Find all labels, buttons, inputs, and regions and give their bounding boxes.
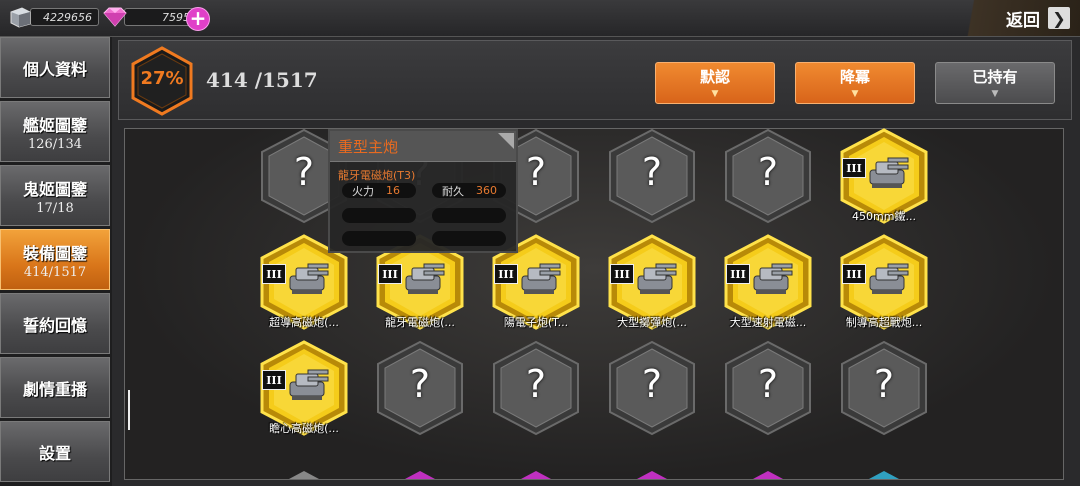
next-row-slot-edge xyxy=(521,464,551,479)
sort-default-button[interactable]: 默認 ▼ xyxy=(655,62,775,104)
equipment-name: 450mm鐵... xyxy=(852,210,916,223)
tier-badge: III xyxy=(842,158,866,178)
unknown-question-icon: ? xyxy=(641,150,663,194)
sidebar-item-label: 設置 xyxy=(38,443,71,463)
tier-badge: III xyxy=(378,264,402,284)
unknown-question-icon: ? xyxy=(757,362,779,406)
equipment-slot-owned[interactable]: III 制導高超戰炮... xyxy=(836,234,932,330)
equipment-name: 瞻心高磁炮(... xyxy=(269,422,339,435)
equipment-name: 大型擲彈炮(... xyxy=(617,316,687,329)
sidebar-item[interactable]: 誓約回憶 xyxy=(0,293,110,354)
equipment-name: 龍牙電磁炮(... xyxy=(385,316,455,329)
sort-order-label: 降冪 xyxy=(839,68,870,86)
equipment-name: 制導高超戰炮... xyxy=(845,316,923,329)
tier-badge: III xyxy=(262,264,286,284)
equipment-slot-owned[interactable]: III 瞻心高磁炮(... xyxy=(256,340,352,436)
unknown-question-icon: ? xyxy=(873,362,895,406)
steel-amount: 4229656 xyxy=(43,10,92,24)
sidebar-item[interactable]: 劇情重播 xyxy=(0,357,110,418)
sidebar-item-label: 鬼姬圖鑒 xyxy=(22,179,87,199)
filter-owned-label: 已持有 xyxy=(972,68,1018,86)
sort-order-button[interactable]: 降冪 ▼ xyxy=(795,62,915,104)
add-gems-button[interactable]: + xyxy=(186,7,210,31)
sidebar-item[interactable]: 裝備圖鑒 414/1517 xyxy=(0,229,110,290)
sidebar-item-count: 414/1517 xyxy=(23,264,87,280)
sort-default-label: 默認 xyxy=(699,68,730,86)
unknown-question-icon: ? xyxy=(525,362,547,406)
equipment-slot-unknown[interactable]: ? xyxy=(720,128,816,224)
equipment-tooltip: 重型主炮 龍牙電磁炮(T3) 火力 16 耐久 360 xyxy=(328,129,518,253)
tier-badge: III xyxy=(494,264,518,284)
next-row-slot-edge xyxy=(637,464,667,479)
stat-firepower: 火力 16 xyxy=(342,183,416,198)
equipment-slot-owned[interactable]: III 大型速射電磁... xyxy=(720,234,816,330)
next-row-slot-edge xyxy=(289,464,319,479)
stat-empty xyxy=(342,208,416,223)
sidebar-item-count: 126/134 xyxy=(27,136,82,152)
sidebar-item-label: 劇情重播 xyxy=(22,379,87,399)
sidebar-item-label: 個人資料 xyxy=(22,59,87,79)
equipment-slot-owned[interactable]: III 450mm鐵... xyxy=(836,128,932,224)
chevron-down-icon: ▼ xyxy=(851,89,859,99)
completion-percent: 27% xyxy=(140,68,184,89)
back-label: 返回 xyxy=(1006,10,1040,31)
stat-empty xyxy=(432,231,506,246)
collection-count: 414 /1517 xyxy=(206,68,318,92)
diamond-icon xyxy=(103,7,127,27)
equipment-slot-unknown[interactable]: ? xyxy=(604,340,700,436)
stat-durability: 耐久 360 xyxy=(432,183,506,198)
stat-empty xyxy=(342,231,416,246)
chevron-right-icon: ❯ xyxy=(1048,7,1070,29)
gem-resource: 7595 xyxy=(100,7,196,27)
chevron-down-icon: ▼ xyxy=(991,89,999,99)
tooltip-header: 重型主炮 xyxy=(330,131,516,162)
sidebar-item-count: 17/18 xyxy=(36,200,74,216)
stat-empty xyxy=(432,208,506,223)
next-row-slot-edge xyxy=(869,464,899,479)
sidebar-item-label: 裝備圖鑒 xyxy=(22,243,87,263)
equipment-slot-unknown[interactable]: ? xyxy=(836,340,932,436)
equipment-slot-unknown[interactable]: ? xyxy=(372,340,468,436)
equipment-slot-unknown[interactable]: ? xyxy=(720,340,816,436)
equipment-slot-unknown[interactable]: ? xyxy=(488,340,584,436)
sidebar-item[interactable]: 艦姬圖鑒 126/134 xyxy=(0,101,110,162)
tier-badge: III xyxy=(842,264,866,284)
stat-value: 360 xyxy=(476,184,497,197)
equipment-name: 超導高磁炮(... xyxy=(269,316,339,329)
unknown-question-icon: ? xyxy=(409,362,431,406)
corner-fold-icon xyxy=(498,133,514,149)
tier-badge: III xyxy=(610,264,634,284)
sidebar-item-label: 誓約回憶 xyxy=(22,315,87,335)
sidebar-item[interactable]: 設置 xyxy=(0,421,110,482)
tooltip-category: 重型主炮 xyxy=(338,138,399,156)
sidebar-item[interactable]: 個人資料 xyxy=(0,37,110,98)
stat-value: 16 xyxy=(386,184,400,197)
tooltip-item-name: 龍牙電磁炮(T3) xyxy=(338,169,416,182)
next-row-slot-edge xyxy=(753,464,783,479)
sidebar-item-label: 艦姬圖鑒 xyxy=(22,115,87,135)
stat-key: 火力 xyxy=(352,184,374,198)
equipment-slot-unknown[interactable]: ? xyxy=(604,128,700,224)
equipment-slot-owned[interactable]: III 大型擲彈炮(... xyxy=(604,234,700,330)
equipment-name: 大型速射電磁... xyxy=(729,316,807,329)
sidebar-item[interactable]: 鬼姬圖鑒 17/18 xyxy=(0,165,110,226)
top-bar: 4229656 7595 + 返回 ❯ xyxy=(0,0,1080,37)
scrollbar[interactable] xyxy=(128,390,130,430)
chevron-down-icon: ▼ xyxy=(711,89,719,99)
equipment-name: 陽電子炮(T... xyxy=(503,316,569,329)
filter-owned-button[interactable]: 已持有 ▼ xyxy=(935,62,1055,104)
unknown-question-icon: ? xyxy=(757,150,779,194)
back-button[interactable]: 返回 ❯ xyxy=(958,0,1080,36)
stat-key: 耐久 xyxy=(442,184,464,198)
next-row-slot-edge xyxy=(405,464,435,479)
steel-icon xyxy=(10,7,31,28)
unknown-question-icon: ? xyxy=(641,362,663,406)
tier-badge: III xyxy=(262,370,286,390)
side-nav: 個人資料 艦姬圖鑒 126/134 鬼姬圖鑒 17/18 裝備圖鑒 414/1517 誓約回憶… xyxy=(0,37,112,486)
tier-badge: III xyxy=(726,264,750,284)
steel-resource: 4229656 xyxy=(8,7,99,28)
